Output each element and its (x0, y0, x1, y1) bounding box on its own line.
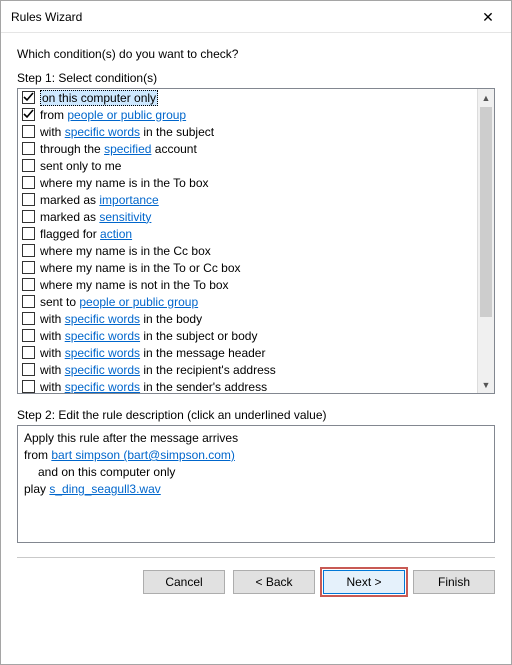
chevron-down-icon: ▼ (482, 380, 491, 390)
desc-line-4: play s_ding_seagull3.wav (24, 481, 488, 498)
condition-checkbox[interactable] (22, 363, 35, 376)
condition-text: through the specified account (40, 142, 197, 156)
condition-checkbox[interactable] (22, 346, 35, 359)
condition-text: from people or public group (40, 108, 186, 122)
close-button[interactable]: ✕ (465, 1, 511, 33)
step2-label: Step 2: Edit the rule description (click… (17, 408, 495, 422)
condition-checkbox[interactable] (22, 108, 35, 121)
condition-text: sent only to me (40, 159, 121, 173)
condition-checkbox[interactable] (22, 329, 35, 342)
condition-text: with specific words in the recipient's a… (40, 363, 276, 377)
condition-row[interactable]: with specific words in the subject or bo… (18, 327, 477, 344)
condition-checkbox[interactable] (22, 380, 35, 393)
condition-row[interactable]: on this computer only (18, 89, 477, 106)
condition-checkbox[interactable] (22, 312, 35, 325)
condition-link[interactable]: specific words (65, 380, 140, 394)
condition-checkbox[interactable] (22, 125, 35, 138)
condition-link[interactable]: sensitivity (99, 210, 151, 224)
condition-row[interactable]: where my name is not in the To box (18, 276, 477, 293)
scroll-down-button[interactable]: ▼ (478, 376, 494, 393)
desc-from-link[interactable]: bart simpson (bart@simpson.com) (51, 448, 235, 462)
condition-row[interactable]: marked as sensitivity (18, 208, 477, 225)
back-button[interactable]: < Back (233, 570, 315, 594)
button-bar: Cancel < Back Next > Finish (1, 558, 511, 608)
condition-link[interactable]: specified (104, 142, 151, 156)
condition-text: where my name is in the Cc box (40, 244, 211, 258)
condition-text: with specific words in the subject or bo… (40, 329, 257, 343)
condition-text: marked as sensitivity (40, 210, 151, 224)
condition-checkbox[interactable] (22, 193, 35, 206)
condition-text: with specific words in the sender's addr… (40, 380, 267, 394)
condition-row[interactable]: flagged for action (18, 225, 477, 242)
condition-checkbox[interactable] (22, 142, 35, 155)
condition-checkbox[interactable] (22, 261, 35, 274)
condition-link[interactable]: people or public group (67, 108, 186, 122)
condition-link[interactable]: specific words (65, 312, 140, 326)
condition-row[interactable]: where my name is in the To or Cc box (18, 259, 477, 276)
desc-line-3: and on this computer only (24, 464, 488, 481)
desc-sound-link[interactable]: s_ding_seagull3.wav (49, 482, 160, 496)
condition-checkbox[interactable] (22, 295, 35, 308)
condition-text: with specific words in the subject (40, 125, 214, 139)
step1-label: Step 1: Select condition(s) (17, 71, 495, 85)
condition-link[interactable]: importance (99, 193, 158, 207)
conditions-list[interactable]: on this computer only from people or publ… (18, 89, 477, 393)
condition-checkbox[interactable] (22, 176, 35, 189)
condition-link[interactable]: specific words (65, 125, 140, 139)
condition-row[interactable]: through the specified account (18, 140, 477, 157)
condition-link[interactable]: specific words (65, 329, 140, 343)
condition-checkbox[interactable] (22, 210, 35, 223)
condition-row[interactable]: from people or public group (18, 106, 477, 123)
condition-checkbox[interactable] (22, 278, 35, 291)
chevron-up-icon: ▲ (482, 93, 491, 103)
condition-text: with specific words in the message heade… (40, 346, 265, 360)
condition-row[interactable]: marked as importance (18, 191, 477, 208)
condition-link[interactable]: people or public group (79, 295, 198, 309)
condition-row[interactable]: with specific words in the sender's addr… (18, 378, 477, 393)
condition-link[interactable]: specific words (65, 346, 140, 360)
dialog-content: Which condition(s) do you want to check?… (1, 33, 511, 558)
condition-row[interactable]: with specific words in the subject (18, 123, 477, 140)
condition-text: marked as importance (40, 193, 159, 207)
condition-row[interactable]: with specific words in the recipient's a… (18, 361, 477, 378)
scroll-up-button[interactable]: ▲ (478, 89, 494, 106)
condition-row[interactable]: where my name is in the Cc box (18, 242, 477, 259)
condition-row[interactable]: sent to people or public group (18, 293, 477, 310)
condition-checkbox[interactable] (22, 244, 35, 257)
condition-row[interactable]: with specific words in the body (18, 310, 477, 327)
window-title: Rules Wizard (11, 10, 82, 24)
condition-text: sent to people or public group (40, 295, 198, 309)
condition-row[interactable]: where my name is in the To box (18, 174, 477, 191)
conditions-list-container: on this computer only from people or publ… (17, 88, 495, 394)
desc-line-2: from bart simpson (bart@simpson.com) (24, 447, 488, 464)
rule-description-box[interactable]: Apply this rule after the message arrive… (17, 425, 495, 543)
condition-text: where my name is not in the To box (40, 278, 229, 292)
condition-checkbox[interactable] (22, 159, 35, 172)
scrollbar[interactable]: ▲ ▼ (477, 89, 494, 393)
condition-text: on this computer only (40, 90, 158, 106)
condition-text: where my name is in the To or Cc box (40, 261, 241, 275)
scroll-thumb[interactable] (480, 107, 492, 317)
condition-link[interactable]: specific words (65, 363, 140, 377)
condition-link[interactable]: action (100, 227, 132, 241)
close-icon: ✕ (482, 10, 494, 24)
next-button[interactable]: Next > (323, 570, 405, 594)
condition-checkbox[interactable] (22, 227, 35, 240)
condition-checkbox[interactable] (22, 91, 35, 104)
condition-row[interactable]: sent only to me (18, 157, 477, 174)
finish-button[interactable]: Finish (413, 570, 495, 594)
condition-row[interactable]: with specific words in the message heade… (18, 344, 477, 361)
cancel-button[interactable]: Cancel (143, 570, 225, 594)
condition-text: where my name is in the To box (40, 176, 209, 190)
condition-text: with specific words in the body (40, 312, 202, 326)
condition-text: flagged for action (40, 227, 132, 241)
desc-line-1: Apply this rule after the message arrive… (24, 430, 488, 447)
titlebar: Rules Wizard ✕ (1, 1, 511, 33)
prompt-text: Which condition(s) do you want to check? (17, 47, 495, 61)
